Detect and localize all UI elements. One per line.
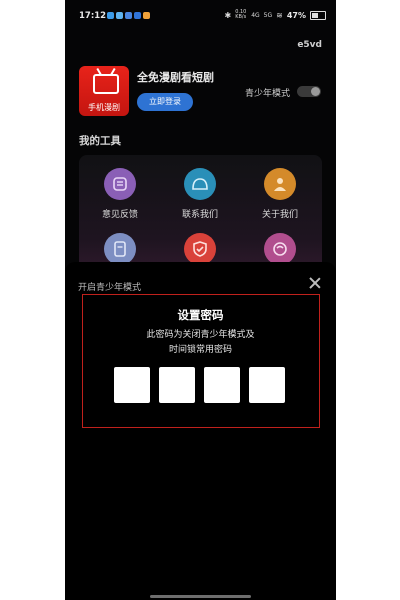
tool-security[interactable] bbox=[165, 233, 235, 265]
youth-mode-sheet: 开启青少年模式 设置密码 此密码为关闭青少年模式及 时间锁常用密码 bbox=[65, 262, 336, 600]
signal-icon: 4G bbox=[251, 11, 260, 19]
password-desc-line: 此密码为关闭青少年模式及 bbox=[146, 330, 255, 340]
login-button[interactable]: 立即登录 bbox=[137, 93, 193, 111]
feedback-icon bbox=[104, 168, 136, 200]
chat-bubble-icon bbox=[184, 168, 216, 200]
password-title: 设置密码 bbox=[177, 308, 224, 322]
notification-app-icon bbox=[134, 12, 141, 19]
notification-app-icon bbox=[125, 12, 132, 19]
about-user-icon bbox=[264, 168, 296, 200]
password-digit-box[interactable] bbox=[249, 367, 285, 403]
notification-app-icon bbox=[116, 12, 123, 19]
password-digit-box[interactable] bbox=[159, 367, 195, 403]
tool-label: 意见反馈 bbox=[101, 210, 138, 220]
tool-label: 联系我们 bbox=[181, 210, 218, 220]
battery-percent: 47% bbox=[286, 10, 306, 20]
user-id: e5vd bbox=[297, 40, 322, 50]
notification-app-icon bbox=[107, 12, 114, 19]
app-logo: 手机漫剧 bbox=[79, 66, 129, 116]
bluetooth-icon: ✱ bbox=[224, 10, 232, 20]
password-description: 此密码为关闭青少年模式及 时间锁常用密码 bbox=[65, 328, 336, 358]
home-indicator[interactable] bbox=[150, 595, 251, 598]
signal-icon: 5G bbox=[263, 11, 273, 19]
tool-label: 关于我们 bbox=[261, 210, 298, 220]
shield-check-icon bbox=[184, 233, 216, 265]
wifi-icon: ≋ bbox=[276, 10, 283, 20]
close-icon[interactable] bbox=[308, 276, 322, 290]
sheet-title: 开启青少年模式 bbox=[78, 283, 142, 293]
toggle-knob bbox=[311, 87, 320, 96]
tv-icon bbox=[93, 74, 119, 94]
password-desc-line: 时间锁常用密码 bbox=[168, 345, 232, 355]
logo-text: 手机漫剧 bbox=[88, 103, 120, 112]
status-time: 17:12 bbox=[79, 11, 107, 21]
document-icon bbox=[104, 233, 136, 265]
notification-app-icon bbox=[143, 12, 150, 19]
phone-icon bbox=[264, 233, 296, 265]
password-digit-box[interactable] bbox=[114, 367, 150, 403]
tools-heading: 我的工具 bbox=[79, 135, 121, 147]
battery-icon bbox=[310, 10, 326, 20]
tool-document[interactable] bbox=[85, 233, 155, 265]
tool-feedback[interactable]: 意见反馈 bbox=[85, 168, 155, 220]
phone-screen: 17:12 ✱ 0.10 KB/s 4G 5G ≋ 47% e5vd 手机漫剧 … bbox=[65, 0, 336, 600]
youth-mode-toggle[interactable] bbox=[297, 86, 321, 97]
app-title: 全免漫剧看短剧 bbox=[137, 71, 214, 84]
password-digit-box[interactable] bbox=[204, 367, 240, 403]
tool-contact[interactable]: 联系我们 bbox=[165, 168, 235, 220]
network-speed: 0.10 KB/s bbox=[235, 9, 247, 20]
tool-about[interactable]: 关于我们 bbox=[245, 168, 315, 220]
tool-phone[interactable] bbox=[245, 233, 315, 265]
password-input-group bbox=[114, 367, 285, 403]
youth-mode-label: 青少年模式 bbox=[245, 89, 291, 99]
status-bar: 17:12 ✱ 0.10 KB/s 4G 5G ≋ 47% bbox=[65, 0, 336, 30]
